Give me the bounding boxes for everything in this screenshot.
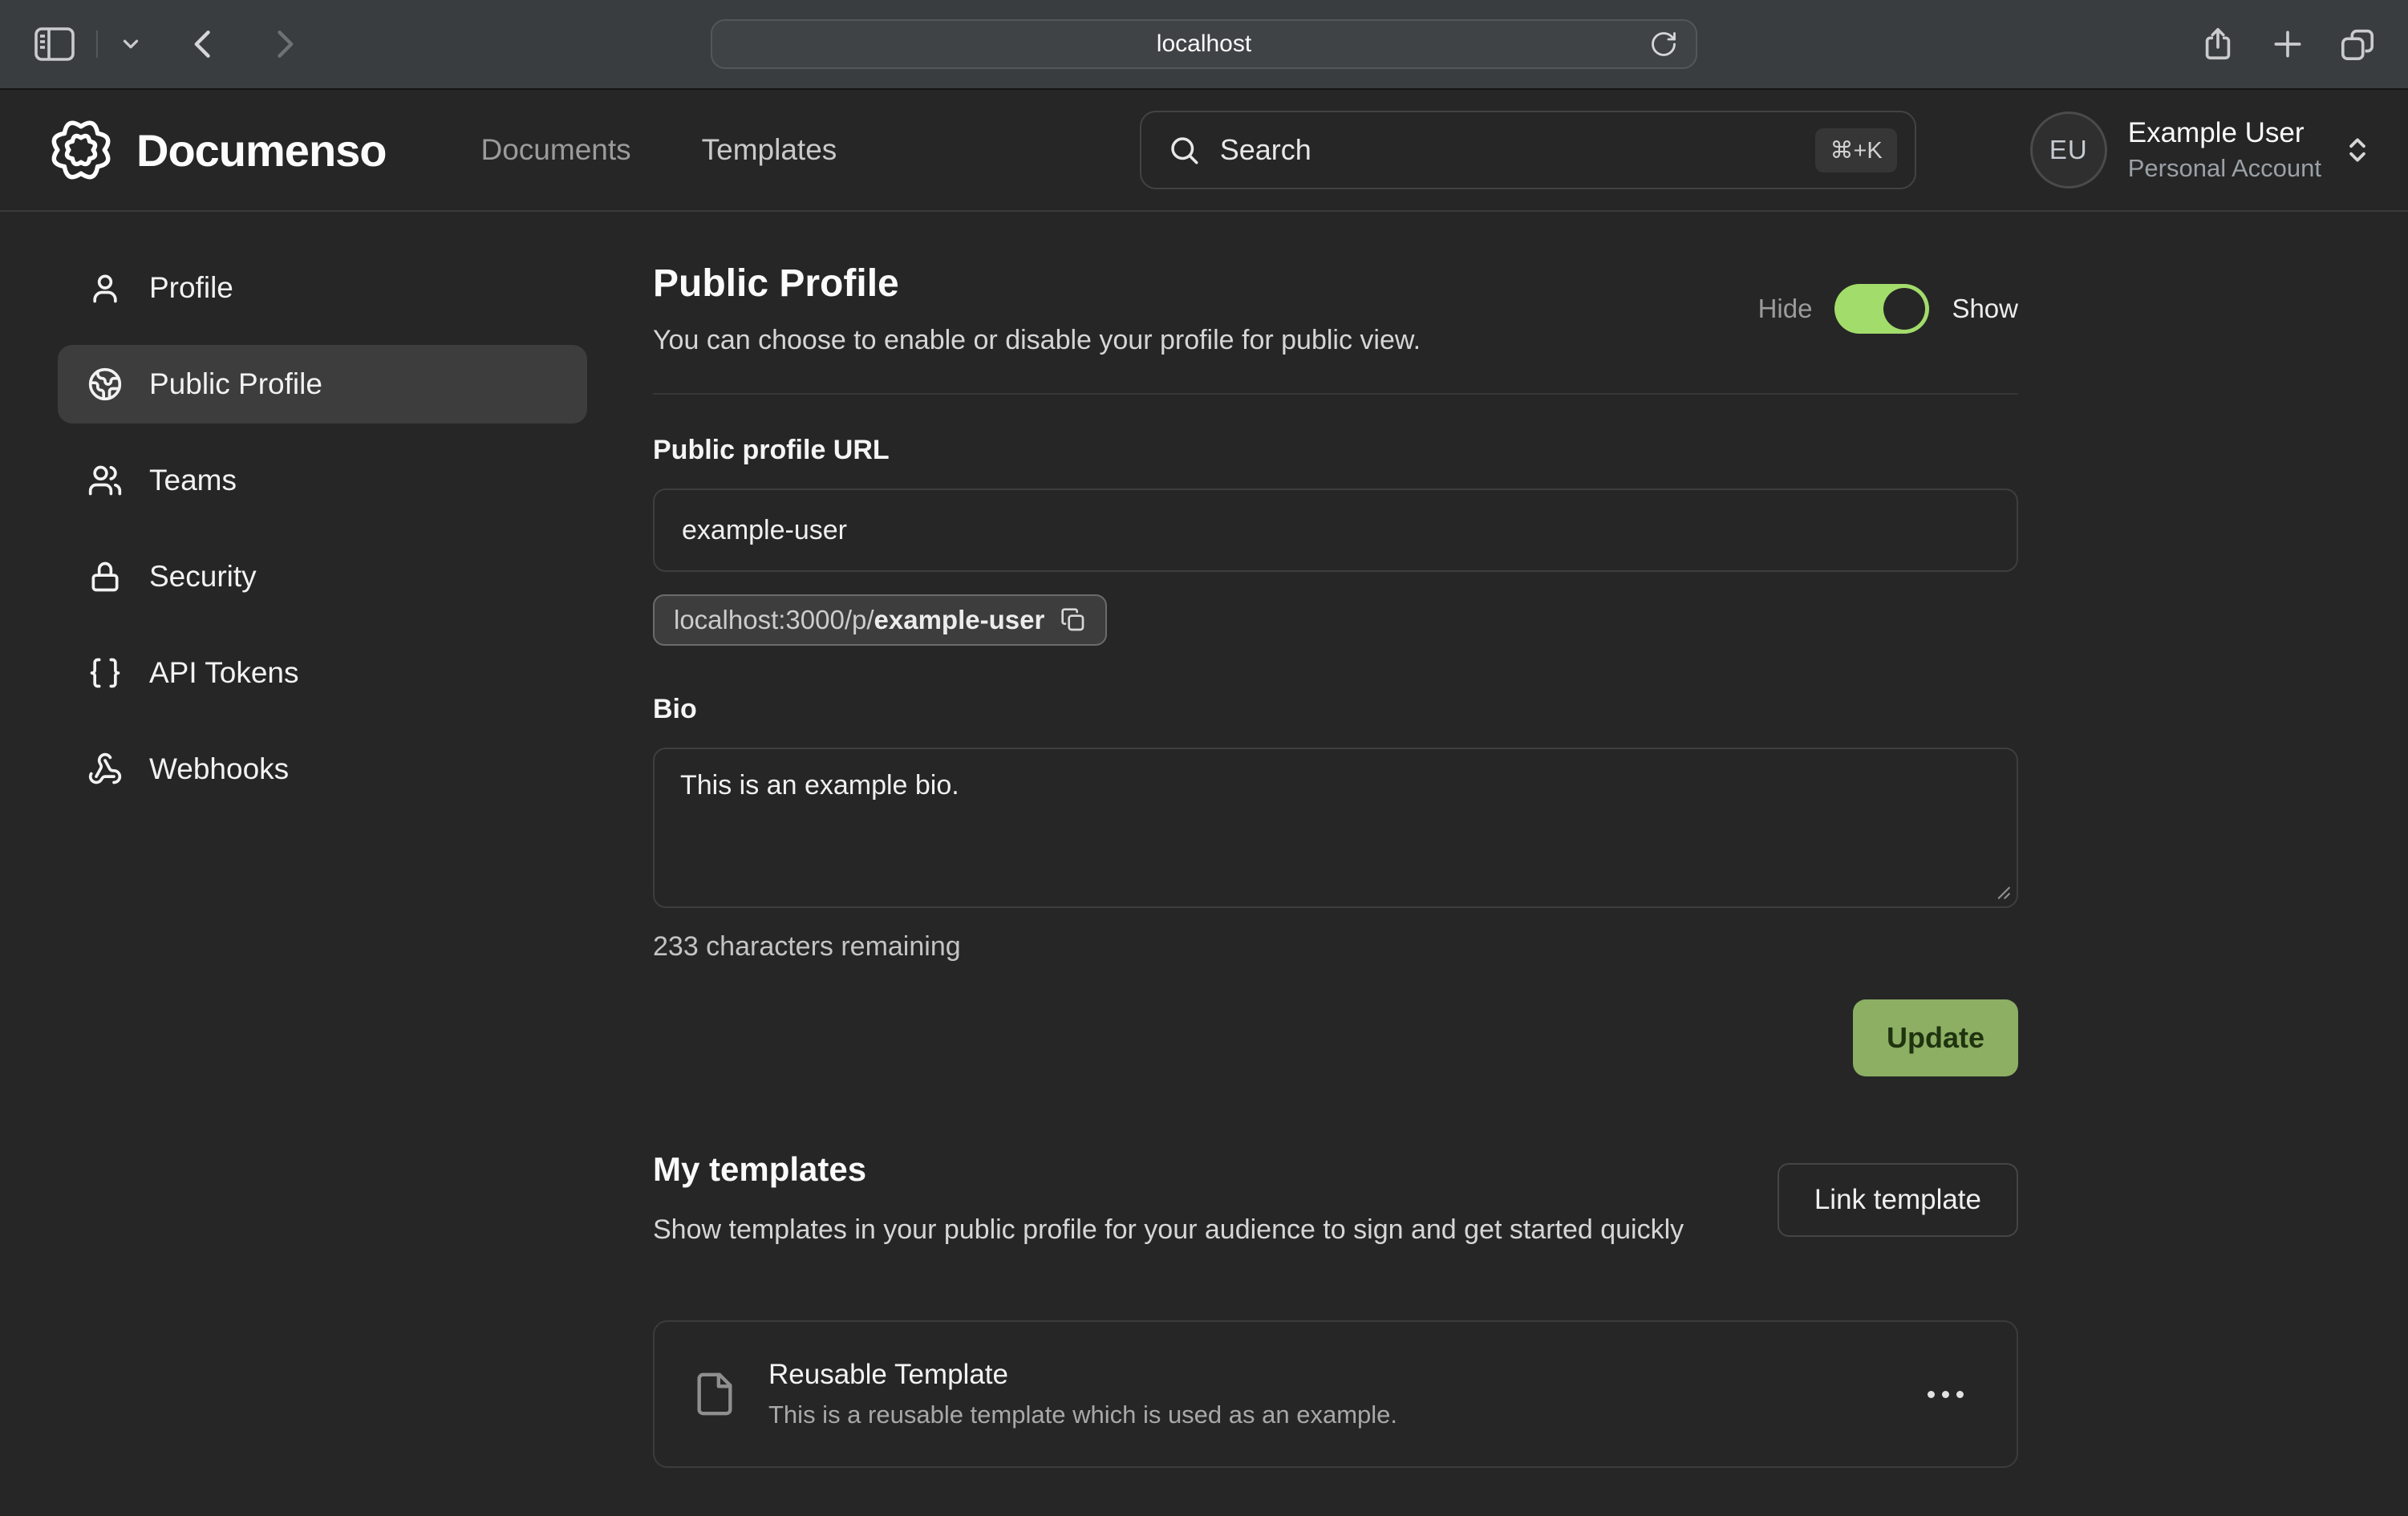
toolbar-divider <box>96 30 98 58</box>
sidebar-item-webhooks[interactable]: Webhooks <box>58 730 587 809</box>
sidebar-item-api-tokens[interactable]: API Tokens <box>58 634 587 712</box>
sidebar-item-label: Webhooks <box>149 752 289 786</box>
sidebar-item-label: Security <box>149 560 257 594</box>
bio-textarea[interactable]: This is an example bio. <box>653 748 2018 908</box>
page-title: Public Profile <box>653 261 1421 306</box>
more-horizontal-icon[interactable] <box>1911 1375 1980 1414</box>
sidebar-item-profile[interactable]: Profile <box>58 249 587 327</box>
webhook-icon <box>87 752 124 787</box>
template-row: Reusable Template This is a reusable tem… <box>653 1320 2018 1468</box>
profile-url-base: localhost:3000/p/ <box>674 605 874 634</box>
my-templates-title: My templates <box>653 1150 1684 1189</box>
user-icon <box>87 270 124 306</box>
tab-overview-icon[interactable] <box>2339 26 2376 63</box>
my-templates-description: Show templates in your public profile fo… <box>653 1210 1684 1250</box>
sidebar-item-public-profile[interactable]: Public Profile <box>58 345 587 424</box>
bio-field-label: Bio <box>653 694 2018 725</box>
lock-icon <box>87 559 124 594</box>
template-title: Reusable Template <box>768 1359 1397 1391</box>
forward-icon[interactable] <box>266 26 302 62</box>
globe-icon <box>87 367 124 402</box>
main-nav: Documents Templates <box>481 133 837 167</box>
brand-name: Documenso <box>136 124 387 176</box>
sidebar-item-label: Public Profile <box>149 367 322 401</box>
characters-remaining: 233 characters remaining <box>653 931 2018 963</box>
new-tab-icon[interactable] <box>2270 26 2305 62</box>
user-name: Example User <box>2128 117 2321 149</box>
chevrons-up-down-icon <box>2342 135 2373 165</box>
profile-url-badge[interactable]: localhost:3000/p/example-user <box>653 594 1107 646</box>
search-placeholder: Search <box>1220 133 1797 167</box>
address-bar[interactable]: localhost <box>711 19 1697 69</box>
page-subtitle: You can choose to enable or disable your… <box>653 325 1421 356</box>
sidebar-item-label: Teams <box>149 464 237 497</box>
profile-url-slug: example-user <box>874 605 1045 634</box>
update-button[interactable]: Update <box>1853 999 2018 1076</box>
settings-sidebar: Profile Public Profile Teams S <box>0 212 595 1514</box>
toggle-hide-label: Hide <box>1758 294 1813 324</box>
braces-icon <box>87 655 124 691</box>
share-icon[interactable] <box>2199 26 2236 63</box>
search-shortcut-badge: ⌘+K <box>1815 128 1896 172</box>
user-menu[interactable]: EU Example User Personal Account <box>2030 111 2373 188</box>
profile-url-input[interactable] <box>653 488 2018 572</box>
app-header: Documenso Documents Templates Search ⌘+K… <box>0 90 2408 212</box>
address-bar-url: localhost <box>1157 30 1251 58</box>
sidebar-item-teams[interactable]: Teams <box>58 441 587 520</box>
toggle-knob <box>1883 288 1925 330</box>
public-profile-settings: Public Profile You can choose to enable … <box>595 212 2408 1514</box>
back-icon[interactable] <box>186 26 221 62</box>
user-account-type: Personal Account <box>2128 154 2321 183</box>
file-icon <box>691 1371 738 1417</box>
copy-icon[interactable] <box>1060 607 1086 633</box>
nav-documents[interactable]: Documents <box>481 133 631 167</box>
toggle-show-label: Show <box>1952 294 2018 324</box>
avatar: EU <box>2030 111 2107 188</box>
search-icon <box>1167 133 1201 167</box>
users-icon <box>87 463 124 498</box>
profile-visibility-toggle-group: Hide Show <box>1758 284 2018 334</box>
browser-toolbar: localhost <box>0 0 2408 90</box>
sidebar-item-security[interactable]: Security <box>58 537 587 616</box>
url-field-label: Public profile URL <box>653 435 2018 466</box>
refresh-icon[interactable] <box>1649 30 1678 59</box>
nav-templates[interactable]: Templates <box>702 133 837 167</box>
documenso-logo[interactable]: Documenso <box>47 116 387 184</box>
resize-handle-icon[interactable] <box>1991 880 2012 901</box>
sidebar-panel-icon[interactable] <box>34 26 75 62</box>
visibility-toggle[interactable] <box>1834 284 1929 334</box>
sidebar-item-label: Profile <box>149 271 233 305</box>
chevron-down-icon[interactable] <box>119 32 143 56</box>
section-divider <box>653 393 2018 395</box>
search-input[interactable]: Search ⌘+K <box>1140 111 1916 189</box>
documenso-badge-icon <box>47 116 116 184</box>
link-template-button[interactable]: Link template <box>1778 1163 2018 1237</box>
template-description: This is a reusable template which is use… <box>768 1400 1397 1429</box>
sidebar-item-label: API Tokens <box>149 656 298 690</box>
